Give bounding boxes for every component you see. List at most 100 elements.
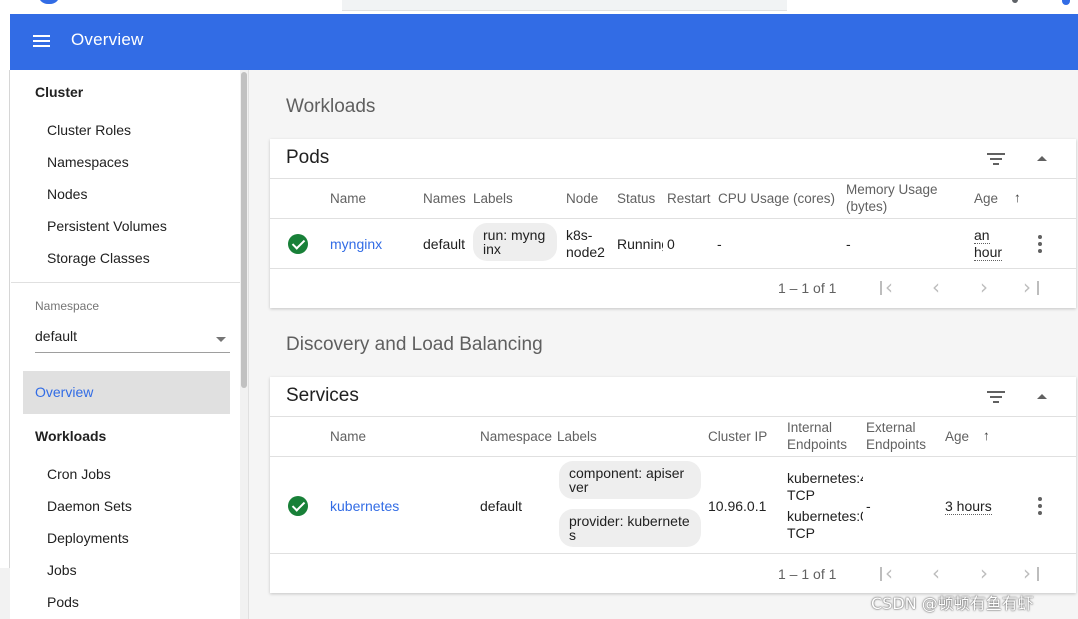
next-page-icon[interactable]: › (973, 563, 995, 585)
column-header-labels: Labels (473, 191, 513, 206)
pod-namespace: default (423, 236, 466, 252)
column-header-labels: Labels (557, 429, 597, 444)
filter-icon[interactable] (987, 152, 1007, 168)
app-toolbar: Overview (10, 14, 1078, 70)
column-header-restarts[interactable]: Restart (667, 190, 715, 207)
collapse-icon[interactable] (1035, 154, 1049, 164)
previous-page-icon[interactable]: ‹ (925, 563, 947, 585)
label-chip-line1: provider: kubernete (569, 513, 690, 529)
namespace-value: default (35, 328, 78, 344)
caret-down-icon (216, 337, 226, 342)
browser-icon[interactable] (1012, 0, 1018, 3)
column-header-memory-line2[interactable]: (bytes) (846, 198, 887, 215)
previous-page-icon[interactable]: ‹ (925, 277, 947, 299)
sidebar-scrollbar-thumb[interactable] (241, 72, 247, 388)
divider (270, 268, 1076, 269)
divider (270, 218, 1076, 219)
status-ok-icon (288, 234, 308, 254)
main-content: Workloads Pods Name Names Labels Node St… (249, 70, 1078, 619)
collapse-icon[interactable] (1035, 392, 1049, 402)
namespace-select[interactable]: default (35, 328, 230, 353)
browser-top-strip (0, 0, 1078, 14)
services-card-title: Services (286, 385, 359, 406)
sidebar-item-jobs[interactable]: Jobs (47, 562, 77, 578)
column-header-memory-line1[interactable]: Memory Usage (846, 181, 938, 198)
service-external-endpoints: - (866, 498, 871, 514)
sidebar-item-daemon-sets[interactable]: Daemon Sets (47, 498, 132, 514)
service-name-link[interactable]: kubernetes (330, 498, 399, 514)
label-chip-line2: inx (483, 241, 501, 257)
section-title-discovery: Discovery and Load Balancing (286, 334, 543, 355)
internal-endpoint-2-line2: TCP (787, 525, 815, 541)
last-page-icon[interactable]: › (1021, 563, 1043, 585)
service-namespace: default (480, 498, 523, 514)
sidebar-divider (11, 282, 240, 283)
sidebar-item-nodes[interactable]: Nodes (47, 186, 87, 202)
column-header-internal-endpoints-line1: Internal (787, 420, 833, 435)
column-header-node[interactable]: Node (566, 190, 598, 207)
column-header-name[interactable]: Name (330, 190, 366, 207)
section-title-workloads: Workloads (286, 96, 376, 117)
filter-icon[interactable] (987, 390, 1007, 406)
pagination-range: 1 – 1 of 1 (778, 280, 837, 296)
profile-icon[interactable] (1062, 0, 1070, 5)
more-vert-icon[interactable] (1036, 497, 1044, 517)
column-header-cpu[interactable]: CPU Usage (cores) (718, 190, 835, 207)
page-title: Overview (71, 30, 144, 49)
internal-endpoint-2-line1: kubernetes:0 (787, 508, 863, 524)
namespace-label: Namespace (35, 299, 100, 313)
sort-arrow-icon[interactable]: ↑ (983, 427, 990, 444)
service-age[interactable]: 3 hours (945, 498, 992, 515)
last-page-icon[interactable]: › (1021, 277, 1043, 299)
divider (270, 553, 1076, 554)
page-gutter-bottom (0, 568, 10, 619)
label-chip-line2: ver (569, 479, 589, 495)
status-ok-icon (288, 496, 308, 516)
label-chip: component: apiser ver (559, 461, 701, 499)
more-vert-icon[interactable] (1036, 235, 1044, 255)
internal-endpoint-1-line1: kubernetes:4 (787, 470, 863, 486)
pod-memory: - (846, 236, 851, 252)
sidebar-item-namespaces[interactable]: Namespaces (47, 154, 129, 170)
sidebar-heading-cluster[interactable]: Cluster (35, 84, 83, 100)
next-page-icon[interactable]: › (973, 277, 995, 299)
column-header-external-endpoints-line2: Endpoints (866, 437, 927, 452)
sidebar-item-persistent-volumes[interactable]: Persistent Volumes (47, 218, 167, 234)
column-header-namespace[interactable]: Namespace (480, 428, 552, 445)
column-header-status[interactable]: Status (617, 190, 655, 207)
address-bar[interactable] (342, 0, 787, 11)
pods-card: Pods Name Names Labels Node Status Resta… (270, 139, 1076, 308)
sidebar-item-deployments[interactable]: Deployments (47, 530, 129, 546)
column-header-namespace[interactable]: Names (423, 190, 470, 207)
first-page-icon[interactable]: ‹ (877, 563, 899, 585)
pod-age-line1[interactable]: an (974, 227, 990, 244)
sidebar-item-storage-classes[interactable]: Storage Classes (47, 250, 150, 266)
sidebar-item-pods[interactable]: Pods (47, 594, 79, 610)
services-card: Services Name Namespace Labels Cluster I… (270, 377, 1076, 593)
sidebar: Cluster Cluster Roles Namespaces Nodes P… (11, 70, 249, 619)
divider (270, 416, 1076, 417)
column-header-age[interactable]: Age (974, 190, 998, 207)
pod-status: Running (617, 236, 663, 252)
sidebar-heading-workloads[interactable]: Workloads (35, 428, 106, 444)
column-header-name[interactable]: Name (330, 428, 366, 445)
sort-arrow-icon[interactable]: ↑ (1014, 189, 1022, 206)
divider (270, 456, 1076, 457)
column-header-cluster-ip[interactable]: Cluster IP (708, 428, 767, 445)
service-cluster-ip: 10.96.0.1 (708, 498, 767, 514)
pod-age-line2[interactable]: hour (974, 244, 1003, 261)
internal-endpoint-1-line2: TCP (787, 487, 815, 503)
label-chip: provider: kubernete s (559, 509, 701, 547)
first-page-icon[interactable]: ‹ (877, 277, 899, 299)
sidebar-item-cluster-roles[interactable]: Cluster Roles (47, 122, 131, 138)
pod-restarts: 0 (667, 236, 675, 252)
sidebar-item-overview[interactable]: Overview (23, 371, 230, 414)
column-header-age[interactable]: Age (945, 428, 969, 445)
divider (270, 178, 1076, 179)
pods-card-title: Pods (286, 147, 330, 168)
sidebar-item-cron-jobs[interactable]: Cron Jobs (47, 466, 111, 482)
column-header-internal-endpoints-line2: Endpoints (787, 437, 848, 452)
menu-icon[interactable] (32, 32, 52, 52)
kubernetes-logo-icon (38, 0, 60, 4)
pod-name-link[interactable]: mynginx (330, 236, 382, 252)
